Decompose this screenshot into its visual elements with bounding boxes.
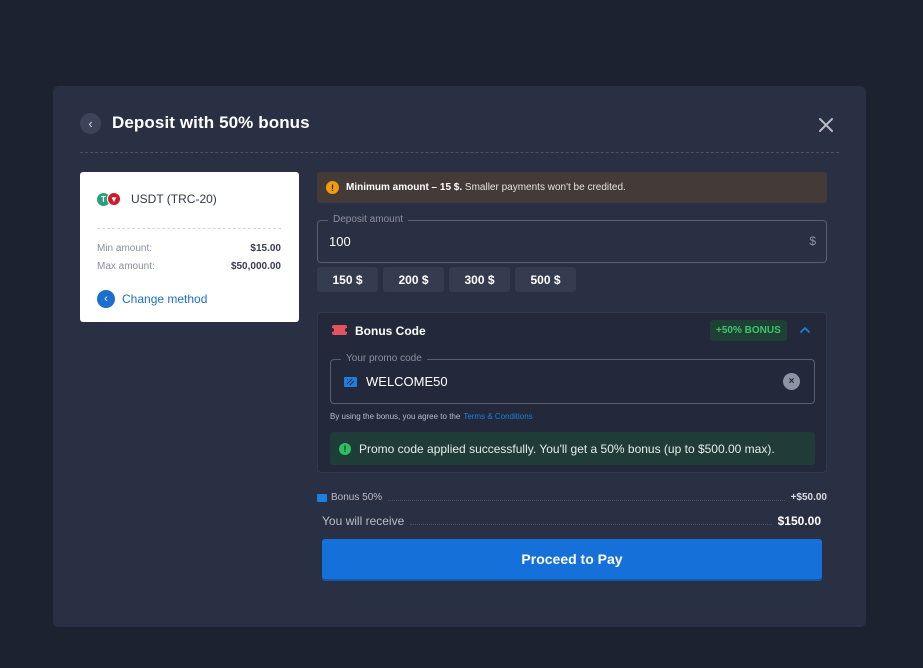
promo-ticket-icon [317, 493, 327, 502]
close-button[interactable] [816, 115, 836, 135]
chevron-up-icon [800, 326, 810, 333]
bonus-code-panel: Bonus Code +50% BONUS Your promo code WE… [317, 312, 827, 473]
back-button[interactable]: ‹ [80, 113, 101, 134]
dotted-leader [410, 523, 772, 525]
success-text: Promo code applied successfully. You'll … [359, 441, 775, 456]
warning-icon: ! [326, 181, 339, 194]
close-icon [819, 118, 833, 132]
deposit-amount-legend: Deposit amount [328, 214, 409, 225]
quick-amount-150[interactable]: 150 $ [317, 267, 378, 292]
chevron-left-icon: ‹ [97, 290, 115, 308]
chevron-left-icon: ‹ [88, 116, 93, 131]
ticket-icon [330, 325, 349, 335]
quick-amount-buttons: 150 $ 200 $ 300 $ 500 $ [317, 267, 576, 292]
bonus-code-title: Bonus Code [355, 324, 426, 338]
deposit-amount-input[interactable]: Deposit amount 100 $ [317, 214, 827, 263]
bonus-summary-row: Bonus 50% +$50.00 [317, 492, 827, 503]
promo-ticket-icon [344, 377, 357, 387]
quick-amount-500[interactable]: 500 $ [515, 267, 576, 292]
min-amount-value: $15.00 [250, 243, 281, 254]
deposit-modal: ‹ Deposit with 50% bonus T ▼ USDT (TRC-2… [53, 86, 866, 627]
close-icon: × [788, 376, 795, 387]
warning-rest: Smaller payments won't be credited. [462, 182, 626, 193]
deposit-amount-value[interactable]: 100 [329, 234, 351, 249]
min-amount-label: Min amount: [97, 243, 153, 254]
max-amount-row: Max amount: $50,000.00 [97, 261, 281, 272]
warning-text: Minimum amount – 15 $. Smaller payments … [346, 182, 626, 193]
method-name: USDT (TRC-20) [131, 192, 217, 206]
max-amount-label: Max amount: [97, 261, 155, 272]
currency-symbol: $ [809, 234, 816, 248]
clear-promo-button[interactable]: × [783, 373, 800, 390]
collapse-toggle[interactable] [799, 323, 811, 335]
max-amount-value: $50,000.00 [230, 261, 281, 272]
receive-label: You will receive [322, 514, 405, 528]
min-amount-row: Min amount: $15.00 [97, 243, 281, 254]
quick-amount-200[interactable]: 200 $ [383, 267, 444, 292]
terms-notice: By using the bonus, you agree to the Term… [330, 412, 533, 421]
header-divider [80, 152, 839, 153]
receive-summary-row: You will receive $150.00 [317, 514, 827, 528]
bonus-badge: +50% BONUS [710, 320, 787, 341]
tron-icon: ▼ [107, 192, 121, 206]
success-icon: ! [339, 442, 351, 455]
terms-text: By using the bonus, you agree to the [330, 412, 461, 421]
promo-code-input[interactable]: Your promo code WELCOME50 × [330, 353, 815, 404]
payment-method-card: T ▼ USDT (TRC-20) Min amount: $15.00 Max… [80, 172, 299, 322]
method-header: T ▼ USDT (TRC-20) [97, 192, 217, 206]
promo-code-value[interactable]: WELCOME50 [366, 374, 448, 389]
bonus-summary-value: +$50.00 [790, 492, 827, 503]
dotted-leader [388, 500, 785, 501]
terms-link[interactable]: Terms & Conditions [463, 412, 532, 421]
promo-code-legend: Your promo code [341, 353, 427, 364]
bonus-summary-label: Bonus 50% [317, 492, 382, 503]
change-method-label: Change method [122, 292, 208, 306]
card-divider [97, 228, 281, 229]
modal-title: Deposit with 50% bonus [112, 113, 310, 132]
quick-amount-300[interactable]: 300 $ [449, 267, 510, 292]
warning-bold: Minimum amount – 15 $. [346, 182, 463, 193]
proceed-to-pay-button[interactable]: Proceed to Pay [322, 539, 822, 579]
minimum-amount-warning: ! Minimum amount – 15 $. Smaller payment… [317, 172, 827, 203]
bonus-summary-text: Bonus 50% [331, 492, 383, 503]
promo-success-message: ! Promo code applied successfully. You'l… [330, 432, 815, 465]
change-method-link[interactable]: ‹ Change method [97, 290, 207, 308]
receive-value: $150.00 [777, 514, 821, 528]
